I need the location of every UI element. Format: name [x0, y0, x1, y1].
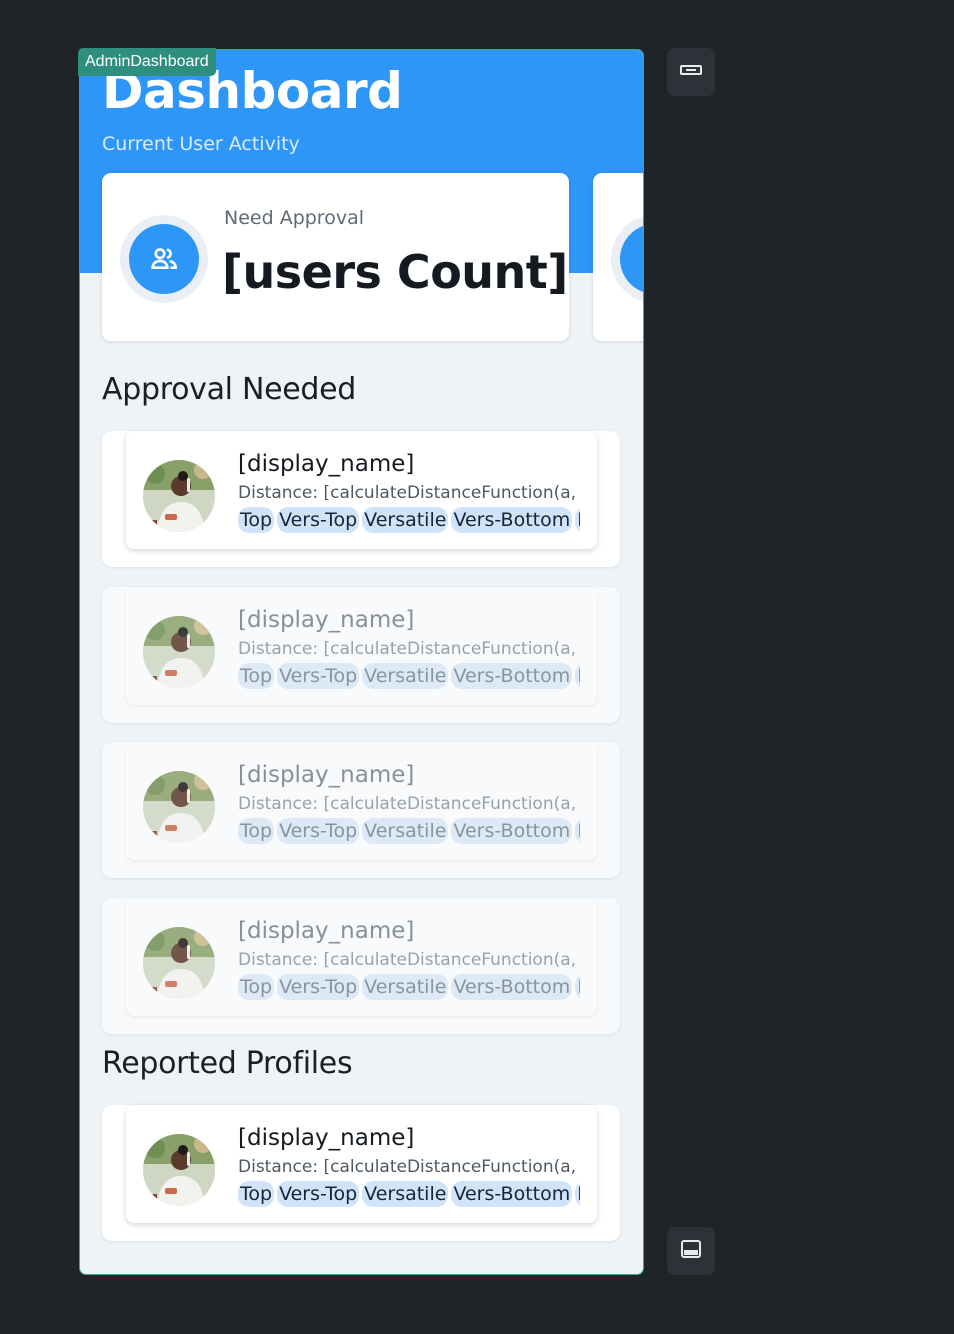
display-name: [display_name]: [238, 762, 415, 788]
position-chip: Versatile: [362, 507, 449, 533]
profile-card: [display_name] Distance: [calculateDista…: [102, 1105, 620, 1241]
position-chips: TopVers-TopVersatileVers-BottomBottom: [238, 1181, 580, 1207]
position-chip: Top: [238, 507, 275, 533]
profile-row[interactable]: [display_name] Distance: [calculateDista…: [126, 742, 597, 860]
distance-text: Distance: [calculateDistanceFunction(a, …: [238, 1157, 580, 1177]
stat-card-secondary[interactable]: [593, 173, 643, 341]
stat-card-need-approval[interactable]: Need Approval [users Count]: [102, 173, 569, 341]
position-chips: TopVers-TopVersatileVers-BottomBottom: [238, 973, 580, 1000]
position-chip: Vers-Top: [277, 1181, 360, 1207]
position-chip: Versatile: [362, 662, 449, 689]
stat-icon-ring: [611, 215, 643, 303]
position-chip: Top: [238, 818, 275, 844]
display-name: [display_name]: [238, 606, 415, 633]
stat-icon-ring: [120, 215, 208, 303]
stat-label: Need Approval: [224, 207, 364, 229]
avatar: [143, 615, 215, 688]
profile-row[interactable]: [display_name] Distance: [calculateDista…: [126, 1105, 597, 1223]
profile-card: [display_name] Distance: [calculateDista…: [102, 742, 620, 878]
panel-bottom-icon: [679, 1237, 703, 1265]
position-chip: Bottom: [575, 662, 580, 689]
position-chip: Top: [238, 662, 275, 689]
position-chips: TopVers-TopVersatileVers-BottomBottom: [238, 662, 580, 689]
position-chip: Vers-Bottom: [451, 507, 573, 533]
stat-value: [users Count]: [222, 245, 568, 299]
display-name: [display_name]: [238, 1125, 415, 1151]
profile-row[interactable]: [display_name] Distance: [calculateDista…: [126, 431, 597, 549]
position-chip: Bottom: [575, 973, 580, 1000]
page-subtitle: Current User Activity: [102, 133, 300, 155]
position-chip: Versatile: [362, 973, 449, 1000]
position-chip: Vers-Bottom: [451, 662, 573, 689]
position-chip: Vers-Bottom: [451, 818, 573, 844]
distance-text: Distance: [calculateDistanceFunction(a, …: [238, 794, 580, 814]
position-chip: Bottom: [575, 818, 580, 844]
stat-icon: [620, 224, 643, 294]
position-chip: Top: [238, 973, 275, 1000]
position-chip: Vers-Top: [277, 662, 360, 689]
collapse-button[interactable]: [667, 48, 715, 96]
display-name: [display_name]: [238, 917, 415, 944]
position-chip: Vers-Top: [277, 973, 360, 1000]
profile-card: [display_name] Distance: [calculateDista…: [102, 897, 620, 1034]
collapse-icon: [679, 58, 703, 86]
profile-card: [display_name] Distance: [calculateDista…: [102, 586, 620, 723]
position-chip: Top: [238, 1181, 275, 1207]
position-chip: Vers-Bottom: [451, 973, 573, 1000]
avatar: [143, 1134, 215, 1206]
section-title-approval: Approval Needed: [102, 372, 357, 407]
display-name: [display_name]: [238, 451, 415, 477]
section-title-reported: Reported Profiles: [102, 1046, 353, 1081]
position-chip: Bottom: [575, 507, 580, 533]
frame-tag: AdminDashboard: [78, 48, 216, 76]
panel-bottom-button[interactable]: [667, 1227, 715, 1275]
position-chip: Vers-Top: [277, 818, 360, 844]
avatar: [143, 926, 215, 999]
position-chip: Vers-Top: [277, 507, 360, 533]
profile-row[interactable]: [display_name] Distance: [calculateDista…: [126, 586, 597, 705]
position-chip: Versatile: [362, 818, 449, 844]
position-chip: Vers-Bottom: [451, 1181, 573, 1207]
distance-text: Distance: [calculateDistanceFunction(a, …: [238, 949, 580, 970]
users-icon: [129, 224, 199, 294]
admin-dashboard-frame: Dashboard Current User Activity Need App…: [79, 49, 644, 1275]
profile-card: [display_name] Distance: [calculateDista…: [102, 431, 620, 567]
distance-text: Distance: [calculateDistanceFunction(a, …: [238, 483, 580, 503]
position-chips: TopVers-TopVersatileVers-BottomBottom: [238, 818, 580, 844]
avatar: [143, 771, 215, 843]
position-chip: Versatile: [362, 1181, 449, 1207]
distance-text: Distance: [calculateDistanceFunction(a, …: [238, 638, 580, 659]
position-chips: TopVers-TopVersatileVers-BottomBottom: [238, 507, 580, 533]
position-chip: Bottom: [575, 1181, 580, 1207]
profile-row[interactable]: [display_name] Distance: [calculateDista…: [126, 897, 597, 1016]
avatar: [143, 460, 215, 532]
